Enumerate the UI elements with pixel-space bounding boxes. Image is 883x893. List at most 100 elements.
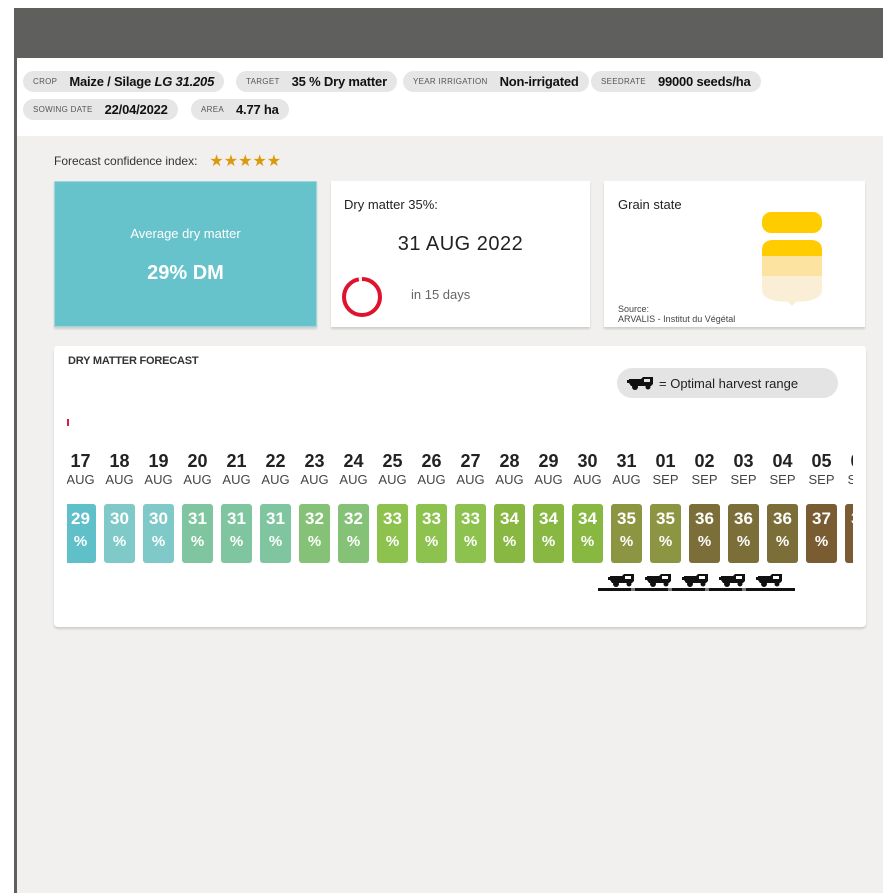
dry-matter-value-badge: 37% [845,504,853,563]
forecast-day-month: AUG [222,472,251,487]
grain-state-title: Grain state [618,197,682,212]
forecast-day: 24 AUG 32% [334,451,373,563]
top-bar [17,8,883,58]
dry-matter-value-badge: 36% [689,504,720,563]
dry-matter-target-date: 31 AUG 2022 [397,233,524,255]
harvest-range-legend-label: = Optimal harvest range [659,375,799,391]
forecast-day-number: 21 [226,451,247,471]
forecast-day-month: AUG [573,472,602,487]
percent-sign: % [385,533,400,550]
forecast-day: 05 SEP 37% [802,451,841,563]
dry-matter-value: 33 [422,509,441,528]
forecast-day: 03 SEP 36% [724,451,763,563]
dry-matter-value: 33 [461,509,480,528]
dry-matter-value: 36 [695,509,714,528]
forecast-days-row[interactable]: 17 AUG 29% 18 AUG 30% 19 AUG 30% 20 AUG 31% 21 AUG 31%… [67,451,853,571]
forecast-day: 22 AUG 31% [256,451,295,563]
crop-value: Maize / Silage LG 31.205 [69,74,215,89]
percent-sign: % [845,533,853,551]
harvest-range-legend: = Optimal harvest range [617,368,838,398]
sowing-date-chip: SOWING DATE 22/04/2022 [23,99,178,120]
forecast-day-number: 24 [343,451,364,471]
dry-matter-value: 34 [539,509,558,528]
dry-matter-value: 37 [812,509,831,528]
dry-matter-value-badge: 30% [143,504,174,563]
dry-matter-value-badge: 34% [494,504,525,563]
percent-sign: % [229,533,244,550]
days-remaining: in 15 days [411,287,471,302]
combine-harvester-icon [682,574,708,587]
percent-sign: % [151,533,166,550]
dry-matter-value-badge: 33% [455,504,486,563]
forecast-day-number: 29 [538,451,559,471]
combine-harvester-icon [608,574,634,587]
percent-sign: % [658,533,673,550]
sowing-date-value: 22/04/2022 [104,102,168,117]
forecast-day-month: AUG [261,472,290,487]
dry-matter-value: 36 [734,509,753,528]
dry-matter-value: 33 [383,509,402,528]
forecast-day: 30 AUG 34% [568,451,607,563]
forecast-day: 25 AUG 33% [373,451,412,563]
combine-harvester-icon [645,574,671,587]
forecast-day-number: 04 [772,451,793,471]
average-dry-matter-title: Average dry matter [130,226,241,241]
dry-matter-value-badge: 32% [338,504,369,563]
forecast-day-number: 26 [421,451,442,471]
dry-matter-value: 34 [578,509,597,528]
forecast-day-month: SEP [847,472,853,487]
forecast-day-month: AUG [417,472,446,487]
combine-harvester-icon [719,574,745,587]
percent-sign: % [697,533,712,550]
forecast-day: 17 AUG 29% [67,451,100,563]
dry-matter-value-badge: 33% [377,504,408,563]
harvest-range-separator [705,588,709,591]
dry-matter-target-title: Dry matter 35%: [344,197,438,212]
area-chip: AREA 4.77 ha [191,99,289,120]
percent-sign: % [268,533,283,550]
forecast-day-number: 28 [499,451,520,471]
star-rating-icon: ★★★★★ [209,153,282,170]
dry-matter-value-badge: 29% [67,504,96,563]
target-value: 35 % Dry matter [291,74,387,89]
dry-matter-value: 32 [344,509,363,528]
dry-matter-value-badge: 35% [611,504,642,563]
forecast-day-number: 20 [187,451,208,471]
harvest-range-separator [631,588,635,591]
dry-matter-value-badge: 30% [104,504,135,563]
forecast-day-month: SEP [730,472,757,487]
forecast-day-month: AUG [534,472,563,487]
forecast-day-number: 17 [70,451,91,471]
forecast-title: DRY MATTER FORECAST [68,355,199,367]
forecast-day-number: 23 [304,451,325,471]
forecast-day-number: 03 [733,451,754,471]
percent-sign: % [307,533,322,550]
forecast-day-month: AUG [456,472,485,487]
area-label: AREA [201,105,224,114]
percent-sign: % [541,533,556,550]
harvest-range-separator [668,588,672,591]
crop-label: CROP [33,77,58,86]
dry-matter-value-badge: 34% [533,504,564,563]
dry-matter-value-badge: 36% [728,504,759,563]
dry-matter-value: 34 [500,509,519,528]
percent-sign: % [190,533,205,550]
target-label: TARGET [246,77,280,86]
dry-matter-value: 35 [656,509,675,528]
forecast-day-number: 31 [616,451,637,471]
harvest-range-bar [598,588,795,591]
seedrate-chip: SEEDRATE 99000 seeds/ha [591,71,761,92]
dry-matter-value-badge: 32% [299,504,330,563]
forecast-day: 01 SEP 35% [646,451,685,563]
percent-sign: % [463,533,478,550]
dry-matter-value: 30 [110,509,129,528]
forecast-day-month: AUG [144,472,173,487]
forecast-day-number: 01 [655,451,676,471]
percent-sign: % [502,533,517,550]
average-dry-matter-card: Average dry matter 29% DM [54,181,317,327]
area-value: 4.77 ha [236,102,279,117]
forecast-day-month: AUG [378,472,407,487]
forecast-day-number: 05 [811,451,832,471]
forecast-day-number: 02 [694,451,715,471]
percent-sign: % [736,533,751,550]
